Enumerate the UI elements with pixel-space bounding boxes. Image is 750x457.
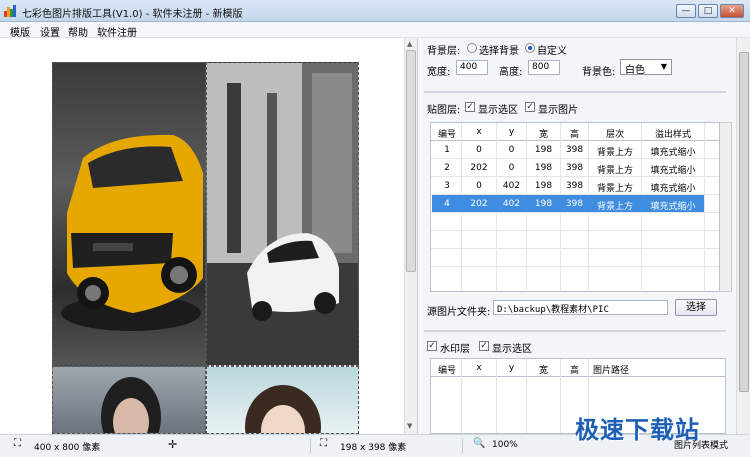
column-header-height[interactable]: 高 bbox=[561, 127, 588, 140]
column-header-id[interactable]: 编号 bbox=[433, 127, 461, 140]
width-input[interactable]: 400 bbox=[456, 60, 488, 75]
image-tile-4[interactable] bbox=[206, 366, 359, 434]
wm-column-header-width[interactable]: 宽 bbox=[527, 363, 560, 376]
yellow-suv-image bbox=[61, 134, 203, 331]
menu-template[interactable]: 模版 bbox=[10, 24, 30, 39]
app-icon bbox=[4, 5, 17, 17]
paste-layer-label: 贴图层: bbox=[427, 105, 461, 116]
column-header-overflow[interactable]: 溢出样式 bbox=[642, 127, 704, 140]
show-selection-checkbox[interactable]: ✓ bbox=[465, 102, 475, 112]
close-button[interactable]: ✕ bbox=[720, 4, 744, 18]
paste-layer-table[interactable]: 编号 x y 宽 高 层次 溢出样式 1 0 0 198 398 背景上方 填充… bbox=[430, 122, 720, 292]
background-color-value: 白色 bbox=[625, 65, 645, 76]
selection-size-icon: ⛶ bbox=[320, 438, 327, 449]
canvas-vertical-scrollbar[interactable]: ▲ ▼ bbox=[404, 38, 417, 434]
watermark-show-selection-label[interactable]: 显示选区 bbox=[492, 340, 532, 355]
radio-select-background-label[interactable]: 选择背景 bbox=[479, 42, 519, 57]
source-folder-label: 源图片文件夹: bbox=[427, 307, 491, 318]
selection-size-text: 198 x 398 像素 bbox=[340, 443, 407, 453]
column-header-y[interactable]: y bbox=[497, 127, 526, 137]
maximize-button[interactable]: □ bbox=[698, 4, 718, 18]
white-sportscar-image bbox=[207, 63, 358, 365]
background-layer-label: 背景层: bbox=[427, 46, 461, 57]
radio-select-background[interactable] bbox=[467, 43, 477, 53]
scroll-up-arrow-icon[interactable]: ▲ bbox=[407, 40, 412, 48]
menu-settings[interactable]: 设置 bbox=[40, 24, 60, 39]
wm-column-header-id[interactable]: 编号 bbox=[433, 363, 461, 376]
minimize-button[interactable]: — bbox=[676, 4, 696, 18]
radio-custom-background-label[interactable]: 自定义 bbox=[537, 42, 567, 57]
watermark-layer-label[interactable]: 水印层 bbox=[440, 340, 470, 355]
select-folder-button[interactable]: 选择 bbox=[675, 299, 717, 316]
background-color-select[interactable]: 白色 ▼ bbox=[620, 59, 672, 76]
divider bbox=[424, 330, 726, 332]
watermark-layer-checkbox[interactable]: ✓ bbox=[427, 341, 437, 351]
zoom-level-text: 100% bbox=[492, 440, 518, 450]
column-header-x[interactable]: x bbox=[462, 127, 496, 137]
scroll-down-arrow-icon[interactable]: ▼ bbox=[407, 422, 412, 430]
width-label: 宽度: bbox=[427, 67, 451, 78]
watermark-show-selection-checkbox[interactable]: ✓ bbox=[479, 341, 489, 351]
canvas-size-text: 400 x 800 像素 bbox=[34, 443, 101, 453]
height-label: 高度: bbox=[499, 67, 523, 78]
show-image-label[interactable]: 显示图片 bbox=[538, 101, 578, 116]
scrollbar-thumb[interactable] bbox=[739, 52, 749, 392]
image-tile-1[interactable] bbox=[52, 62, 206, 366]
canvas-size-icon: ⛶ bbox=[14, 438, 21, 449]
canvas-area[interactable]: ▲ ▼ bbox=[0, 38, 418, 434]
move-cursor-icon: ✛ bbox=[168, 438, 178, 451]
column-header-layer[interactable]: 层次 bbox=[589, 127, 641, 140]
scrollbar-thumb[interactable] bbox=[406, 50, 416, 272]
show-selection-label[interactable]: 显示选区 bbox=[478, 101, 518, 116]
radio-custom-background[interactable] bbox=[525, 43, 535, 53]
image-tile-2[interactable] bbox=[206, 62, 359, 366]
properties-panel: 背景层: 选择背景 自定义 宽度: 400 高度: 800 背景色: 白色 ▼ … bbox=[418, 38, 750, 434]
title-bar: 七彩色图片排版工具(V1.0) - 软件未注册 - 新模版 — □ ✕ bbox=[0, 0, 750, 22]
table-vertical-scrollbar[interactable] bbox=[720, 122, 732, 292]
wm-column-header-x[interactable]: x bbox=[462, 363, 496, 373]
source-folder-input[interactable]: D:\backup\教程素材\PIC bbox=[493, 300, 668, 315]
wm-column-header-path[interactable]: 图片路径 bbox=[589, 363, 633, 376]
wm-column-header-y[interactable]: y bbox=[497, 363, 526, 373]
portrait-image bbox=[245, 385, 321, 433]
chevron-down-icon: ▼ bbox=[660, 62, 667, 71]
portrait-image bbox=[101, 377, 161, 433]
menu-bar: 模版 设置 帮助 软件注册 bbox=[0, 22, 750, 39]
window-title: 七彩色图片排版工具(V1.0) - 软件未注册 - 新模版 bbox=[22, 9, 243, 20]
site-watermark: 极速下载站 bbox=[575, 416, 700, 444]
column-header-width[interactable]: 宽 bbox=[527, 127, 560, 140]
show-image-checkbox[interactable]: ✓ bbox=[525, 102, 535, 112]
background-color-label: 背景色: bbox=[582, 67, 616, 78]
panel-vertical-scrollbar[interactable] bbox=[736, 38, 750, 434]
menu-help[interactable]: 帮助 bbox=[68, 24, 88, 39]
divider bbox=[424, 91, 726, 93]
height-input[interactable]: 800 bbox=[528, 60, 560, 75]
wm-column-header-height[interactable]: 高 bbox=[561, 363, 588, 376]
menu-register[interactable]: 软件注册 bbox=[97, 24, 137, 39]
zoom-icon: 🔍 bbox=[473, 438, 486, 449]
image-tile-3[interactable] bbox=[52, 366, 206, 434]
